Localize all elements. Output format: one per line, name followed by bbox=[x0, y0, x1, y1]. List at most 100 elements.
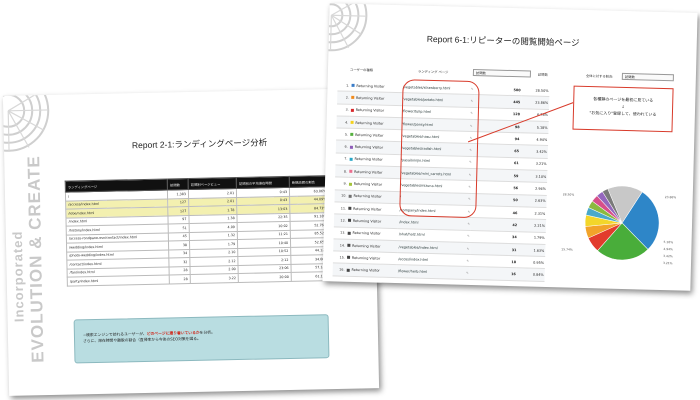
pie-label: 3.21% bbox=[662, 261, 673, 266]
table-header-cell: 訪問数 bbox=[167, 178, 189, 190]
visitor-type-label: Returning Visitor bbox=[355, 132, 384, 138]
page-title: Report 6-1:リピーターの閲覧開始ページ bbox=[426, 33, 580, 48]
row-index: 2. bbox=[337, 91, 351, 104]
row-index: 7. bbox=[335, 152, 349, 166]
visits-percent: 28.50% bbox=[521, 84, 550, 97]
landing-page-header: ランディング ページ bbox=[417, 69, 449, 75]
visits-percent: 0.95% bbox=[516, 255, 546, 269]
callout-line3: "お気に入り"登録して、使われている bbox=[589, 109, 657, 117]
visitor-type-label: Returning Visitor bbox=[351, 267, 380, 273]
visitor-type-label: Returning Visitor bbox=[354, 145, 384, 150]
visits-percent: 2.94% bbox=[518, 182, 548, 196]
visitor-type-label: Returning Visitor bbox=[355, 120, 384, 126]
series-swatch bbox=[347, 231, 351, 235]
series-swatch bbox=[349, 145, 353, 149]
series-swatch bbox=[348, 182, 352, 186]
pie-label: 5.18% bbox=[663, 240, 674, 245]
edit-icon[interactable]: ✎ bbox=[466, 259, 469, 263]
visits-percent: 1.63% bbox=[517, 243, 546, 257]
series-swatch bbox=[347, 219, 351, 223]
series-swatch bbox=[351, 96, 355, 100]
row-index: 8. bbox=[335, 165, 349, 178]
series-swatch bbox=[350, 120, 354, 124]
pie-label: 4.94% bbox=[663, 247, 673, 252]
row-index: 9. bbox=[334, 177, 348, 190]
visitor-type-label: Returning Visitor bbox=[356, 95, 385, 101]
table-cell: 3.22 bbox=[190, 273, 239, 284]
visitor-type: Returning Visitor bbox=[345, 263, 398, 278]
visits-percent: 2.63% bbox=[518, 194, 547, 208]
visits-percent: 2.21% bbox=[517, 219, 547, 233]
visits-percent: 0.84% bbox=[516, 268, 545, 282]
visitor-type-label: Returning Visitor bbox=[352, 231, 381, 236]
landing-page-link[interactable]: /flower/herb.html ✎ bbox=[396, 265, 470, 280]
metric-select-left[interactable]: 訪問数 bbox=[472, 69, 532, 78]
visits-percent: 3.10% bbox=[519, 169, 548, 183]
visitor-type-label: Returning Visitor bbox=[352, 243, 381, 249]
table-header-cell: 新規訪問の割合 bbox=[289, 175, 329, 188]
visits-value: 16 bbox=[469, 266, 517, 281]
table-cell: 28 bbox=[169, 274, 191, 284]
share-label: 全体に対する割合: bbox=[585, 73, 614, 79]
pie-label: 23.86% bbox=[664, 195, 677, 200]
pie-label: 3.42% bbox=[663, 254, 673, 259]
visitor-type-label: Returning Visitor bbox=[356, 83, 385, 89]
analysis-note-box: ~検索エンジンで訪れるユーザーが、どのページに遷り着いているかを分析。 さらに、… bbox=[73, 314, 330, 364]
table-cell: 20:00 bbox=[238, 272, 292, 283]
brand-vertical-subtext: Incorporated bbox=[9, 230, 27, 323]
series-swatch bbox=[349, 170, 353, 174]
visits-percent: 1.79% bbox=[517, 231, 546, 245]
table-cell[interactable]: /party/index.html bbox=[67, 274, 170, 286]
shell-logo-icon bbox=[2, 88, 54, 157]
visitor-type-label: Returning Visitor bbox=[353, 181, 383, 187]
pie-label: 15.74% bbox=[561, 247, 573, 252]
series-swatch bbox=[347, 243, 351, 247]
series-swatch bbox=[349, 157, 353, 161]
series-swatch bbox=[351, 83, 355, 88]
landing-page-text: /shat/hal2.html bbox=[398, 232, 425, 237]
share-pie-chart bbox=[584, 185, 660, 261]
series-swatch bbox=[346, 268, 350, 272]
landing-page-text: /vegetables/index.html bbox=[398, 244, 438, 250]
series-swatch bbox=[348, 206, 352, 210]
row-index: 5. bbox=[336, 128, 350, 141]
visits-percent: 2.31% bbox=[518, 206, 547, 220]
series-swatch bbox=[348, 194, 352, 198]
visitor-type-label: Returning Visitor bbox=[353, 206, 382, 212]
row-index: 10. bbox=[334, 189, 348, 203]
row-index: 3. bbox=[336, 103, 350, 117]
views-header: 訪問数 bbox=[537, 72, 548, 77]
visitor-type-label: Returning Visitor bbox=[354, 157, 383, 163]
row-index: 14. bbox=[333, 238, 347, 252]
edit-icon[interactable]: ✎ bbox=[467, 246, 470, 250]
user-type-header: ユーザーの種類 bbox=[349, 67, 374, 73]
row-index: 4. bbox=[336, 115, 350, 129]
visits-percent: 3.21% bbox=[519, 157, 548, 171]
callout-box: 各種類のページを最初に見ている ↓ "お気に入り"登録して、使われている bbox=[572, 85, 674, 133]
visitor-type-label: Returning Visitor bbox=[355, 108, 385, 113]
row-index: 1. bbox=[337, 79, 351, 92]
series-swatch bbox=[346, 256, 350, 260]
visitor-type-label: Returning Visitor bbox=[352, 218, 382, 224]
row-index: 11. bbox=[334, 201, 348, 215]
edit-icon[interactable]: ✎ bbox=[466, 271, 469, 275]
row-index: 16. bbox=[332, 263, 346, 276]
landing-page-table: ランディングページ訪問数訪問別ページビュー訪問別の平均滞在時間新規訪問の割合直帰… bbox=[65, 175, 352, 286]
note-highlight: どのページに遷り着いているか bbox=[146, 329, 200, 336]
shell-logo-icon bbox=[322, 3, 372, 56]
metric-select-right[interactable]: 訪問数 bbox=[621, 72, 674, 82]
visitor-type-label: Returning Visitor bbox=[351, 255, 381, 261]
pie-label: 28.50% bbox=[562, 192, 575, 197]
visitor-type-label: Returning Visitor bbox=[353, 194, 382, 199]
edit-icon[interactable]: ✎ bbox=[467, 222, 470, 226]
edit-icon[interactable]: ✎ bbox=[467, 234, 470, 238]
landing-page-text: /index.html bbox=[399, 220, 419, 225]
note-text-suffix: を分析。 bbox=[199, 329, 215, 335]
row-index: 6. bbox=[335, 140, 349, 154]
report-6-1-slide: Report 6-1:リピーターの閲覧開始ページ ユーザーの種類 ランディング … bbox=[322, 3, 698, 291]
row-index: 12. bbox=[333, 214, 348, 227]
row-index: 15. bbox=[332, 251, 347, 264]
callout-arrow bbox=[467, 102, 574, 143]
page-title: Report 2-1:ランディングページ分析 bbox=[131, 137, 268, 151]
brand-vertical-text: EVOLUTION & CREATE bbox=[24, 155, 48, 363]
